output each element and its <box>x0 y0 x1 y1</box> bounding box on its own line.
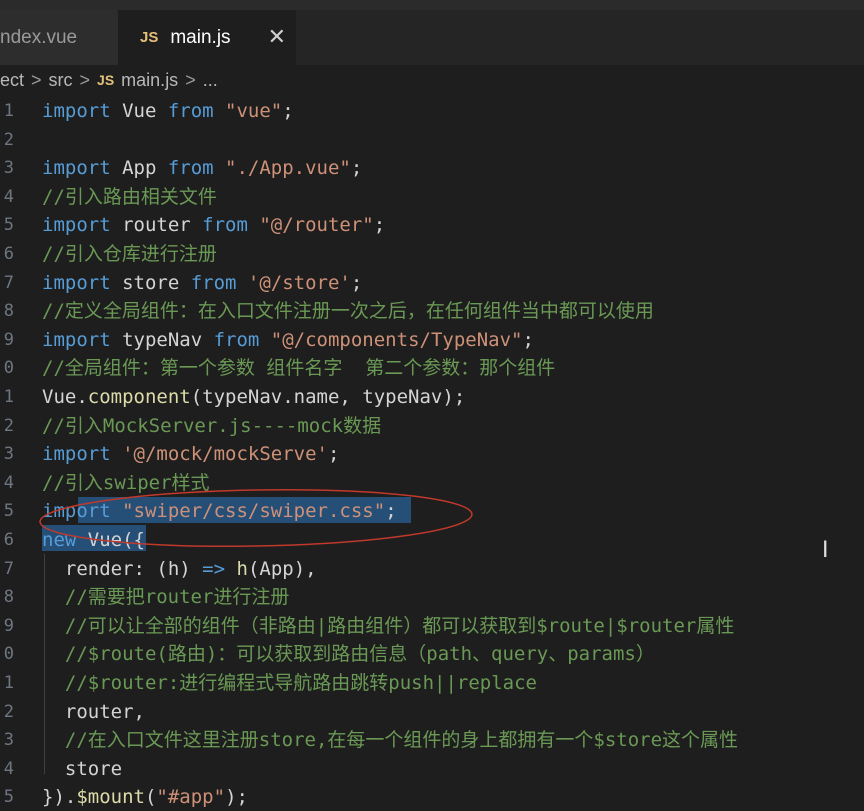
breadcrumb-item-src[interactable]: src <box>49 70 73 91</box>
breadcrumb-item-symbols[interactable]: ... <box>203 70 218 91</box>
tab-index-vue[interactable]: ndex.vue <box>0 10 118 65</box>
breadcrumb-item-main-js[interactable]: main.js <box>121 70 178 91</box>
text-cursor-icon: I <box>822 538 829 563</box>
annotation-ellipse <box>39 489 473 547</box>
breadcrumb: ect > src > JS main.js > ... <box>0 65 864 95</box>
javascript-file-icon: JS <box>140 29 159 46</box>
chevron-right-icon: > <box>79 69 91 90</box>
window-top-strip <box>0 0 864 10</box>
tab-label: ndex.vue <box>0 26 78 48</box>
javascript-file-icon: JS <box>97 72 115 88</box>
code-editor[interactable]: 1 import Vue from "vue"; 2 3 import App from… <box>0 95 864 808</box>
close-icon[interactable]: ✕ <box>268 24 286 50</box>
tab-label: main.js <box>170 26 231 48</box>
breadcrumb-item-project[interactable]: ect <box>0 70 24 91</box>
chevron-right-icon: > <box>31 69 42 90</box>
editor-tab-bar: ndex.vue JS main.js ✕ <box>0 10 864 65</box>
chevron-right-icon: > <box>185 69 196 90</box>
tab-main-js[interactable]: JS main.js ✕ <box>118 10 296 65</box>
